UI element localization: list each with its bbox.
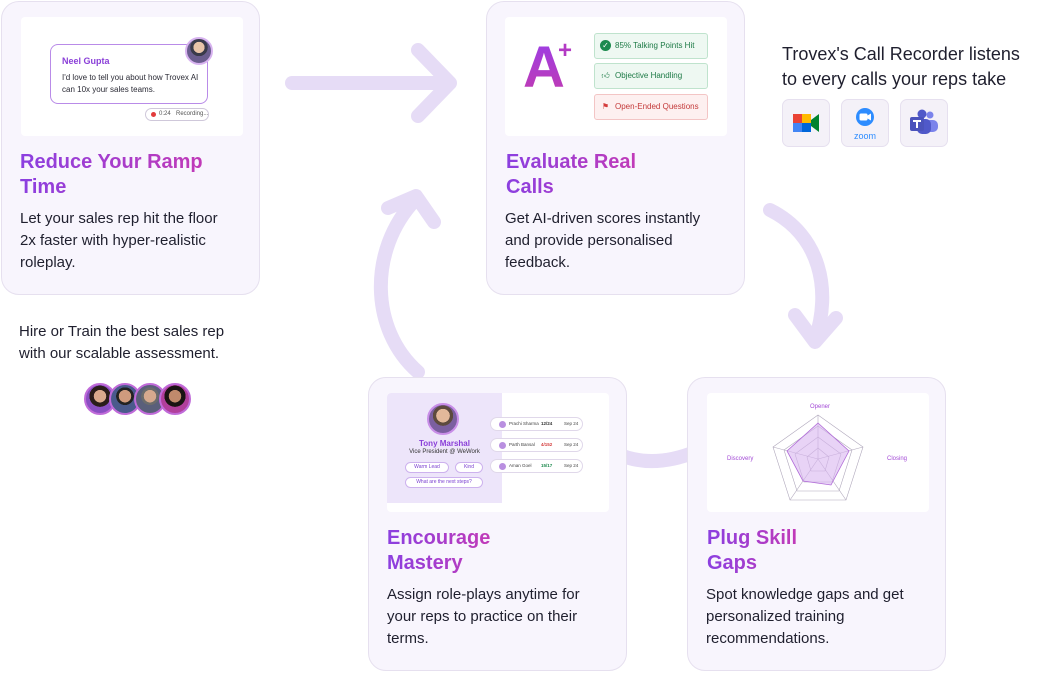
- chip-label: Kind: [463, 464, 474, 470]
- check-circle-icon: ✓: [600, 40, 611, 51]
- call-date: Sep 24: [564, 463, 579, 468]
- card-title: Reduce Your Ramp Time: [20, 150, 203, 200]
- card-description-line: recommendations.: [706, 630, 830, 647]
- recording-label: Recording...: [176, 111, 209, 117]
- grade-modifier: +: [558, 37, 573, 64]
- call-row[interactable]: Aman Goel 15/17 Sep 24: [490, 459, 583, 473]
- thumbs-up-icon: 👍︎: [601, 71, 610, 80]
- tag-label: 85% Talking Points Hit: [615, 41, 695, 50]
- call-score: 15/17: [541, 463, 553, 468]
- chip-label: Warm Lead: [414, 464, 440, 470]
- google-meet-icon[interactable]: [782, 99, 830, 147]
- call-score: 12/24: [541, 421, 553, 426]
- microsoft-teams-icon[interactable]: [900, 99, 948, 147]
- tag-label: Objective Handling: [615, 71, 683, 80]
- persona-panel: Tony Marshal Vice President @ WeWork War…: [387, 393, 502, 503]
- chip-label: What are the next steps?: [416, 479, 472, 485]
- card-title-line: Gaps: [707, 552, 758, 574]
- open-ended-questions-tag: ⚑ Open-Ended Questions: [594, 94, 708, 120]
- card-description: Assign role-plays anytime for your reps …: [387, 584, 580, 650]
- talking-points-tag: ✓ 85% Talking Points Hit: [594, 33, 708, 59]
- call-recorder-text: Trovex's Call Recorder listens to every …: [782, 42, 1034, 92]
- card-description: Get AI-driven scores instantly and provi…: [505, 208, 700, 274]
- card-encourage-mastery: Tony Marshal Vice President @ WeWork War…: [368, 377, 627, 671]
- persona-name: Tony Marshal: [419, 439, 470, 448]
- hire-line: with our scalable assessment.: [19, 345, 220, 362]
- radar-label-closing: Closing: [887, 456, 908, 462]
- tag-label: Open-Ended Questions: [615, 102, 699, 111]
- card-description-line: feedback.: [505, 254, 571, 271]
- card-description-line: roleplay.: [20, 254, 76, 271]
- call-rep-name: Prachi Sharma: [509, 421, 539, 426]
- zoom-icon[interactable]: zoom: [841, 99, 889, 147]
- roleplay-preview: Neel Gupta I'd love to tell you about ho…: [21, 17, 243, 136]
- card-title: Plug Skill Gaps: [707, 526, 797, 576]
- card-title-line: Encourage: [387, 527, 491, 549]
- call-recorder-line: Trovex's Call Recorder listens: [782, 44, 1020, 64]
- hire-text: Hire or Train the best sales rep with ou…: [19, 321, 269, 365]
- chip-warm-lead[interactable]: Warm Lead: [405, 462, 449, 473]
- objective-handling-tag: 👍︎ Objective Handling: [594, 63, 708, 89]
- record-dot-icon: [151, 112, 156, 117]
- call-row[interactable]: Parth Bansal 4/152 Sep 24: [490, 438, 583, 452]
- card-description-line: personalized training: [706, 608, 845, 625]
- radar-label-discovery: Discovery: [727, 456, 754, 462]
- call-date: Sep 24: [564, 442, 579, 447]
- flag-icon: ⚑: [601, 102, 610, 111]
- card-title-line: Evaluate Real: [506, 151, 637, 173]
- card-evaluate-real-calls: A + ✓ 85% Talking Points Hit 👍︎ Objectiv…: [486, 1, 745, 295]
- chip-kind[interactable]: Kind: [455, 462, 483, 473]
- card-description: Spot knowledge gaps and get personalized…: [706, 584, 904, 650]
- call-recorder-line: to every calls your reps take: [782, 69, 1007, 89]
- score-preview: A + ✓ 85% Talking Points Hit 👍︎ Objectiv…: [505, 17, 727, 136]
- speaker-name: Neel Gupta: [62, 56, 110, 66]
- card-description-line: terms.: [387, 630, 429, 647]
- card-description: Let your sales rep hit the floor 2x fast…: [20, 208, 218, 274]
- call-score: 4/152: [541, 442, 553, 447]
- skill-radar-chart: [772, 414, 864, 501]
- call-rep-name: Parth Bansal: [509, 442, 535, 447]
- teams-glyph: [910, 109, 938, 134]
- chip-next-steps[interactable]: What are the next steps?: [405, 477, 483, 488]
- call-row[interactable]: Prachi Sharma 12/24 Sep 24: [490, 417, 583, 431]
- radar-preview: Opener Closing Discovery: [707, 393, 929, 512]
- call-date: Sep 24: [564, 421, 579, 426]
- card-title-line: Reduce Your Ramp: [20, 151, 203, 173]
- card-description-line: and provide personalised: [505, 232, 673, 249]
- avatar: [499, 463, 506, 470]
- persona-role: Vice President @ WeWork: [409, 449, 480, 455]
- card-reduce-ramp-time: Neel Gupta I'd love to tell you about ho…: [1, 1, 260, 295]
- google-meet-glyph: [793, 114, 819, 132]
- card-title-line: Plug Skill: [707, 527, 798, 549]
- hire-line: Hire or Train the best sales rep: [19, 323, 225, 340]
- card-description-line: Assign role-plays anytime for: [387, 586, 580, 603]
- card-description-line: your reps to practice on their: [387, 608, 578, 625]
- card-description-line: Spot knowledge gaps and get: [706, 586, 904, 603]
- card-title: Evaluate Real Calls: [506, 150, 636, 200]
- avatar: [159, 383, 191, 415]
- card-title-line: Time: [20, 176, 67, 198]
- recording-time: 0:24: [159, 111, 171, 117]
- card-description-line: Let your sales rep hit the floor: [20, 210, 218, 227]
- assignment-preview: Tony Marshal Vice President @ WeWork War…: [387, 393, 609, 512]
- call-rep-name: Aman Goel: [509, 463, 532, 468]
- zoom-label: zoom: [853, 131, 876, 141]
- avatar: [499, 421, 506, 428]
- card-title-line: Calls: [506, 176, 554, 198]
- card-title: Encourage Mastery: [387, 526, 490, 576]
- chat-message: I'd love to tell you about how Trovex AI…: [62, 73, 199, 94]
- recording-indicator: 0:24 Recording...: [145, 108, 209, 121]
- avatar: [499, 442, 506, 449]
- card-plug-skill-gaps: Opener Closing Discovery Plug Skill Gaps…: [687, 377, 946, 671]
- radar-label-opener: Opener: [810, 404, 831, 410]
- avatar: [185, 37, 213, 65]
- card-description-line: Get AI-driven scores instantly: [505, 210, 701, 227]
- card-description-line: 2x faster with hyper-realistic: [20, 232, 206, 249]
- card-title-line: Mastery: [387, 552, 463, 574]
- avatar: [427, 403, 459, 435]
